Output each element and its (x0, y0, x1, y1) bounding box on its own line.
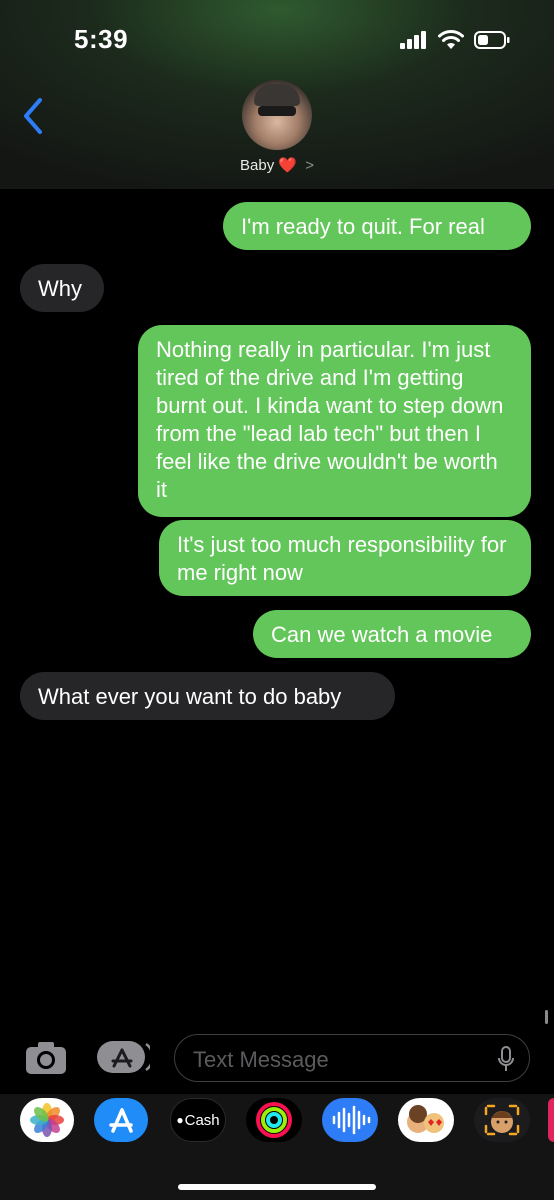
signal-icon (400, 31, 426, 49)
contact-name: Baby (240, 157, 275, 174)
home-indicator[interactable] (178, 1184, 376, 1190)
microphone-icon[interactable] (497, 1046, 515, 1072)
status-icons (400, 30, 510, 50)
contact-avatar[interactable] (242, 80, 312, 150)
message-bubble-received[interactable]: Why (20, 264, 104, 312)
contact-name-row[interactable]: Baby ❤️ > (0, 156, 554, 174)
apple-cash-icon[interactable]: ● Cash (170, 1098, 226, 1142)
more-apps-icon[interactable] (548, 1098, 554, 1142)
heart-emoji: ❤️ (278, 157, 298, 174)
apple-cash-label: Cash (184, 1111, 220, 1129)
status-time: 5:39 (74, 24, 129, 54)
message-bubble-received[interactable]: What ever you want to do baby (20, 672, 395, 720)
avatar-cap (254, 84, 300, 106)
battery-icon (474, 31, 510, 49)
message-bubble-sent[interactable]: Can we watch a movie (253, 610, 531, 658)
scroll-indicator (545, 1010, 548, 1024)
back-chevron-icon[interactable] (20, 96, 50, 136)
contact-chevron: > (305, 157, 314, 174)
message-bubble-sent[interactable]: It's just too much responsibility for me… (159, 520, 531, 596)
activity-icon[interactable] (246, 1098, 302, 1142)
avatar-glasses (258, 106, 296, 116)
apple-logo-icon: ● (176, 1113, 184, 1127)
audio-message-icon[interactable] (322, 1098, 378, 1142)
photos-icon[interactable] (20, 1098, 74, 1142)
message-bubble-sent[interactable]: I'm ready to quit. For real (223, 202, 531, 250)
message-input-placeholder: Text Message (193, 1047, 329, 1072)
app-store-icon[interactable] (94, 1098, 148, 1142)
app-store-icon[interactable] (96, 1040, 150, 1074)
animoji-icon[interactable] (474, 1098, 530, 1142)
message-bubble-sent[interactable]: Nothing really in particular. I'm just t… (138, 325, 531, 517)
camera-icon[interactable] (24, 1040, 68, 1076)
message-input[interactable]: Text Message (174, 1034, 530, 1082)
memoji-stickers-icon[interactable] (398, 1098, 454, 1142)
wifi-icon (438, 30, 464, 49)
